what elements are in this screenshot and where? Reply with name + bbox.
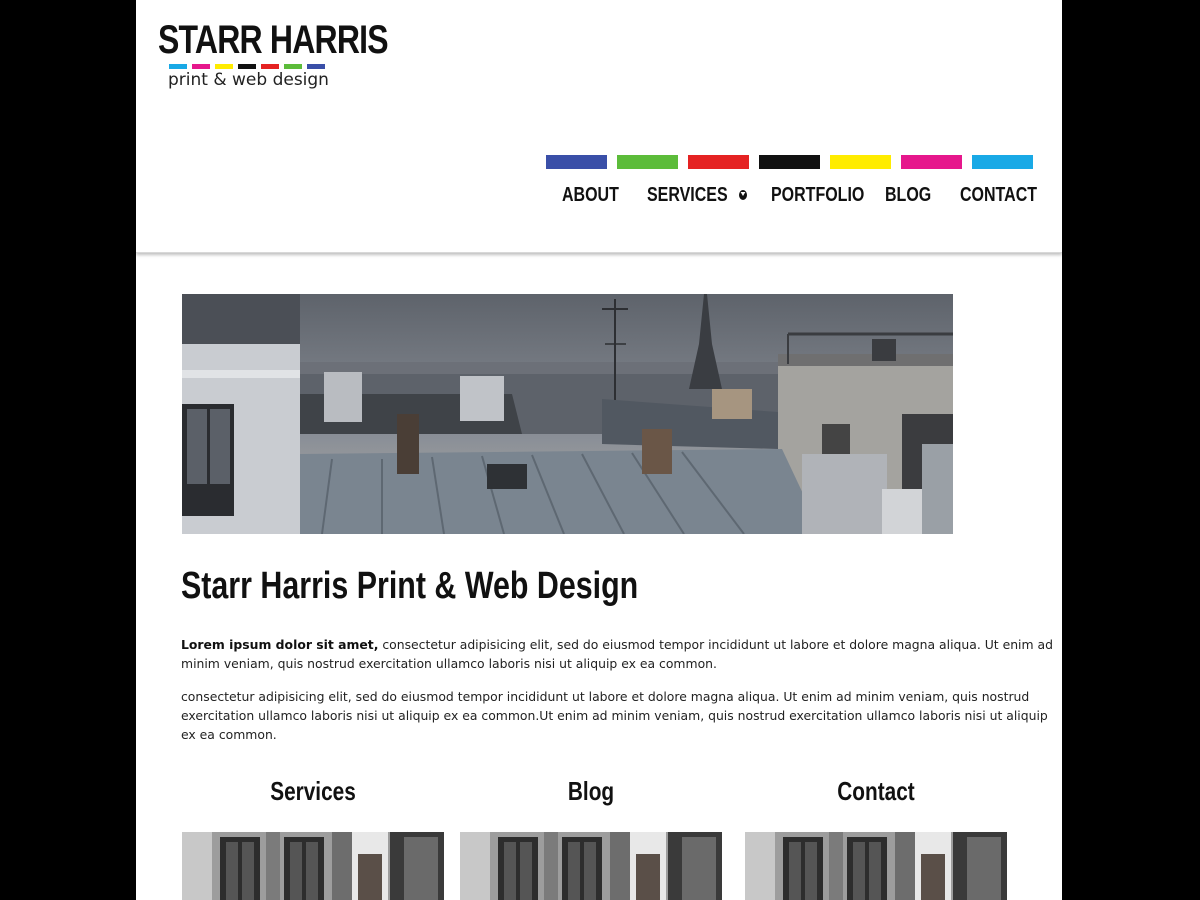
nav-color-bar [688,155,749,169]
logo[interactable]: STARR HARRIS print & web design [158,18,389,90]
nav-item-label: SERVICES [647,183,728,206]
logo-color-bars [169,64,348,69]
nav-item-portfolio[interactable]: PORTFOLIO [771,184,864,207]
nav-color-bar [759,155,820,169]
nav-item-services[interactable]: SERVICES [647,184,747,207]
card-title-blog[interactable]: Blog [486,776,696,807]
intro-paragraph: Lorem ipsum dolor sit amet, consectetur … [181,635,1061,673]
building-facade-photo [182,832,444,900]
logo-bar [238,64,256,69]
card-image-blog[interactable] [460,832,722,900]
building-facade-photo [460,832,722,900]
nav-color-bar [972,155,1033,169]
nav-item-label: PORTFOLIO [771,183,865,206]
hero-image [182,294,953,534]
logo-bar [215,64,233,69]
site-header: STARR HARRIS print & web design ABOUT SE… [136,0,1062,253]
logo-bar [307,64,325,69]
intro-bold-text: Lorem ipsum dolor sit amet, [181,637,379,652]
nav-color-bar [617,155,678,169]
chevron-down-icon[interactable] [738,190,747,200]
card-title-services[interactable]: Services [208,776,418,807]
nav-item-label: BLOG [885,183,932,206]
logo-tagline: print & web design [168,70,329,90]
nav-item-about[interactable]: ABOUT [562,184,619,207]
page: STARR HARRIS print & web design ABOUT SE… [136,0,1062,900]
nav-color-bars [546,155,1033,169]
paris-rooftops-photo [182,294,953,534]
logo-name: STARR HARRIS [158,18,389,62]
page-title: Starr Harris Print & Web Design [181,565,639,607]
building-facade-photo [745,832,1007,900]
nav-item-blog[interactable]: BLOG [885,184,931,207]
logo-bar [169,64,187,69]
nav-color-bar [901,155,962,169]
card-title-contact[interactable]: Contact [771,776,981,807]
nav-item-contact[interactable]: CONTACT [960,184,1037,207]
logo-bar [192,64,210,69]
nav-color-bar [546,155,607,169]
card-image-services[interactable] [182,832,444,900]
body-paragraph: consectetur adipisicing elit, sed do eiu… [181,689,1048,742]
nav-item-label: CONTACT [960,183,1038,206]
logo-bar [261,64,279,69]
nav-color-bar [830,155,891,169]
logo-bar [284,64,302,69]
card-image-contact[interactable] [745,832,1007,900]
nav-item-label: ABOUT [562,183,619,206]
